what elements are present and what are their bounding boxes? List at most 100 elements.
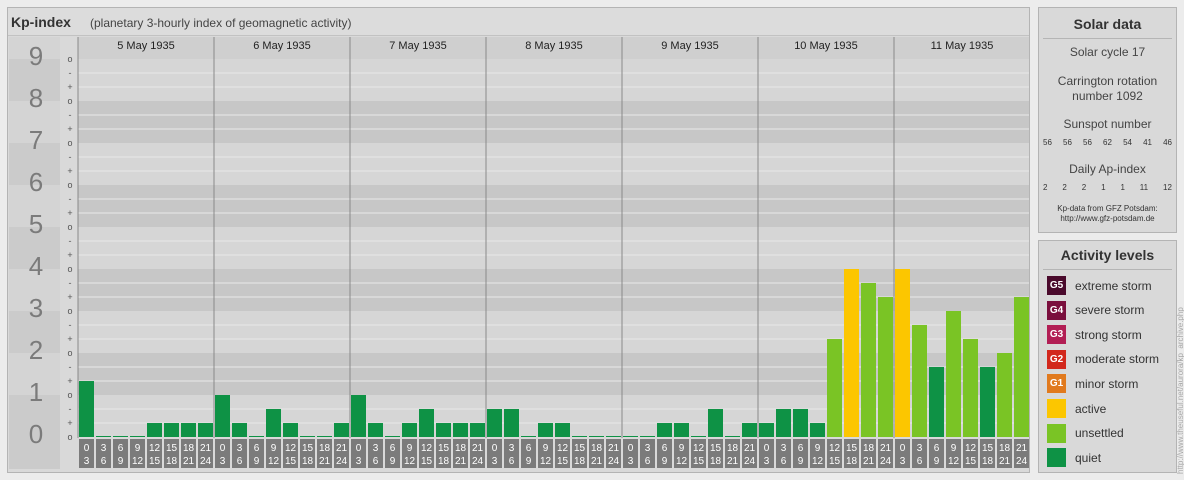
minor-tick-label: +	[67, 418, 72, 428]
kp-bar	[827, 339, 842, 437]
ap-value: 12	[1163, 183, 1172, 192]
kp-bar	[810, 423, 825, 437]
legend-item: G2 moderate storm	[1047, 349, 1159, 369]
interval-start-label: 9	[543, 443, 549, 454]
chart-subtitle: (planetary 3-hourly index of geomagnetic…	[90, 16, 352, 30]
kp-bar	[759, 423, 774, 437]
interval-start-label: 0	[492, 443, 498, 454]
kp-bar	[470, 423, 485, 437]
interval-start-label: 9	[815, 443, 821, 454]
interval-end-label: 6	[781, 456, 787, 467]
legend-item: G5 extreme storm	[1047, 276, 1152, 295]
interval-end-label: 18	[166, 456, 178, 467]
interval-start-label: 12	[149, 443, 161, 454]
minor-tick-label: o	[67, 432, 72, 442]
ap-values: 2 2 2 1 1 11 12	[1043, 183, 1172, 192]
ap-value: 2	[1062, 183, 1067, 192]
kp-bar	[351, 395, 366, 437]
interval-end-label: 24	[472, 456, 484, 467]
interval-start-label: 3	[509, 443, 515, 454]
legend-swatch: G2	[1047, 349, 1066, 369]
minor-tick-label: +	[67, 250, 72, 260]
carrington-rotation-number: number 1092	[1072, 89, 1143, 103]
plot-band	[78, 143, 1029, 185]
activity-levels-heading: Activity levels	[1060, 247, 1155, 263]
y-tick-label: 8	[29, 83, 43, 113]
day-label: 9 May 1935	[661, 40, 718, 52]
legend-label: extreme storm	[1075, 278, 1152, 293]
legend-label: strong storm	[1075, 327, 1142, 342]
interval-end-label: 21	[727, 456, 739, 467]
credit-link[interactable]: http://www.gfz-potsdam.de	[1039, 214, 1176, 224]
chart-title: Kp-index	[11, 14, 71, 30]
interval-end-label: 9	[118, 456, 124, 467]
ap-value: 2	[1081, 183, 1087, 192]
interval-end-label: 24	[744, 456, 756, 467]
legend-item: quiet	[1047, 448, 1101, 468]
interval-start-label: 9	[407, 443, 413, 454]
kp-bar	[725, 436, 740, 437]
minor-tick-label: +	[67, 124, 72, 134]
kp-bar	[623, 436, 638, 437]
interval-start-label: 15	[302, 443, 314, 454]
minor-tick-label: +	[67, 334, 72, 344]
interval-start-label: 18	[455, 443, 467, 454]
interval-start-label: 15	[846, 443, 858, 454]
legend-label: minor storm	[1075, 376, 1139, 391]
kp-bar	[130, 436, 145, 437]
kp-bar	[249, 436, 264, 437]
ap-value: 11	[1139, 183, 1149, 192]
interval-end-label: 6	[237, 456, 243, 467]
kp-bar	[589, 436, 604, 437]
interval-end-label: 12	[812, 456, 824, 467]
legend-item: unsettled	[1047, 423, 1124, 443]
interval-start-label: 9	[135, 443, 141, 454]
sunspot-value: 56	[1043, 138, 1052, 147]
kp-bar	[487, 408, 502, 437]
sunspot-value: 56	[1063, 138, 1072, 147]
interval-end-label: 24	[336, 456, 348, 467]
interval-start-label: 18	[319, 443, 331, 454]
sunspot-value: 56	[1083, 138, 1092, 147]
interval-start-label: 15	[574, 443, 586, 454]
kp-bar	[538, 423, 553, 437]
kp-bar	[946, 311, 961, 437]
legend-item: G3 strong storm	[1047, 325, 1142, 345]
interval-start-label: 18	[999, 443, 1011, 454]
interval-start-label: 12	[285, 443, 297, 454]
y-tick-label: 5	[29, 209, 43, 239]
minor-tick-label: -	[69, 152, 72, 162]
kp-chart-panel: 0 1 2 3 4 5 6 7 8 9 o + - o + - o + - o + - o + - o + - o + - o + - o + - o 5 …	[7, 7, 1030, 473]
ap-heading: Daily Ap-index	[1069, 162, 1146, 176]
kp-bar	[980, 366, 995, 437]
minor-tick-label: +	[67, 376, 72, 386]
ap-value: 2	[1043, 183, 1048, 192]
y-tick-label: 1	[29, 377, 43, 407]
day-label: 5 May 1935	[117, 40, 174, 52]
legend-swatch: G1	[1047, 374, 1066, 394]
kp-bar	[861, 282, 876, 437]
interval-start-label: 12	[557, 443, 569, 454]
minor-tick-label: o	[67, 54, 72, 64]
interval-end-label: 3	[356, 456, 362, 467]
interval-start-label: 15	[710, 443, 722, 454]
kp-bar	[912, 324, 927, 437]
kp-bar	[147, 423, 162, 437]
kp-bar	[181, 423, 196, 437]
minor-tick-label: o	[67, 180, 72, 190]
kp-bar	[504, 408, 519, 437]
legend-swatch	[1047, 399, 1066, 418]
interval-start-label: 0	[84, 443, 90, 454]
y-tick-label: 3	[29, 293, 43, 323]
kp-bar	[419, 408, 434, 437]
legend-item: G1 minor storm	[1047, 374, 1139, 394]
kp-bar	[1014, 297, 1029, 437]
kp-bar	[895, 269, 910, 437]
interval-start-label: 6	[118, 443, 124, 454]
y-tick-label: 9	[29, 41, 43, 71]
interval-end-label: 18	[438, 456, 450, 467]
interval-start-label: 12	[965, 443, 977, 454]
kp-bar	[334, 423, 349, 437]
ap-value: 1	[1101, 183, 1106, 192]
kp-bar	[266, 408, 281, 437]
